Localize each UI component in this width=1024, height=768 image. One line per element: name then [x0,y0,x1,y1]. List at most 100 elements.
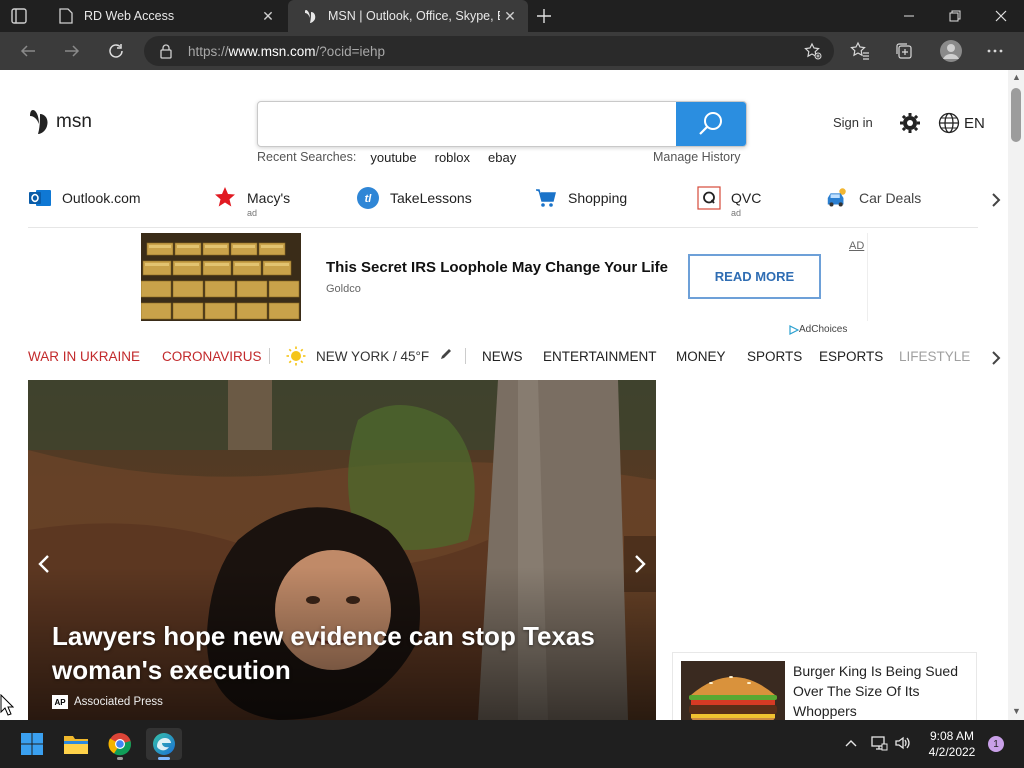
notification-badge[interactable]: 1 [988,736,1004,752]
ad-gold-bars-image[interactable] [141,233,301,321]
quicklink-label: Macy's ad [247,190,291,218]
ad-banner[interactable]: This Secret IRS Loophole May Change Your… [141,233,868,321]
scrollbar-thumb[interactable] [1011,88,1021,142]
close-window-icon[interactable] [978,0,1024,32]
hero-source-name: Associated Press [74,696,163,708]
tab-msn[interactable]: MSN | Outlook, Office, Skype, Bing ✕ [288,0,528,32]
nav-esports[interactable]: ESPORTS [819,349,883,364]
quicklink-shopping[interactable]: Shopping [534,186,627,210]
quicklink-macys[interactable]: Macy's ad [213,186,291,218]
page-icon [58,8,74,24]
weather-sun-icon [286,346,306,369]
edge-icon[interactable] [146,728,182,760]
url-text: https://www.msn.com/?ocid=iehp [188,44,385,59]
nav-money[interactable]: MONEY [676,349,726,364]
recent-search-item[interactable]: youtube [370,150,416,165]
tab-bar: RD Web Access ✕ MSN | Outlook, Office, S… [0,0,1024,32]
chrome-icon[interactable] [104,728,136,760]
carousel-next-button[interactable] [624,536,656,592]
adchoices-link[interactable]: AdChoices [789,324,847,335]
search-button[interactable] [676,102,746,146]
globe-icon [938,112,960,134]
chevron-up-icon[interactable] [844,736,858,755]
msn-page: msn Recent Searches: youtube roblox ebay… [0,70,1008,720]
collections-icon[interactable] [893,40,915,62]
quick-links-bar: Outlook.com Macy's ad tl TakeLessons Shop… [28,180,978,228]
hero-carousel[interactable]: Lawyers hope new evidence can stop Texas… [28,380,656,720]
car-icon [825,186,849,210]
edit-pencil-icon[interactable] [439,347,453,364]
recent-searches: Recent Searches: youtube roblox ebay [257,150,534,165]
news-card-title[interactable]: Burger King Is Being Sued Over The Size … [793,661,973,720]
nav-coronavirus[interactable]: CORONAVIRUS [162,349,262,364]
running-indicator [117,757,123,760]
recent-search-item[interactable]: ebay [488,150,516,165]
category-nav: WAR IN UKRAINE CORONAVIRUS NEW YORK / 45… [28,346,988,374]
quicklink-qvc[interactable]: QVC ad [697,186,761,218]
quicklinks-next-icon[interactable] [988,190,1004,210]
adchoices-label: AdChoices [799,324,848,335]
quicklink-car-deals[interactable]: Car Deals [825,186,921,210]
ad-label: ad [247,208,258,218]
ap-logo: AP [52,695,68,709]
news-card[interactable]: Burger King Is Being Sued Over The Size … [672,652,977,720]
search-input[interactable] [258,102,676,146]
sign-in-link[interactable]: Sign in [833,115,873,130]
nav-lifestyle[interactable]: LIFESTYLE [899,349,970,364]
hero-headline[interactable]: Lawyers hope new evidence can stop Texas… [52,619,632,687]
file-explorer-icon[interactable] [60,728,92,760]
close-icon[interactable]: ✕ [258,6,278,26]
refresh-icon[interactable] [104,40,128,62]
gear-icon[interactable] [899,112,921,134]
carousel-prev-button[interactable] [28,536,60,592]
nav-sports[interactable]: SPORTS [747,349,802,364]
taskbar-clock[interactable]: 9:08 AM 4/2/2022 [920,728,984,760]
minimize-icon[interactable] [886,0,932,32]
nav-news[interactable]: NEWS [482,349,523,364]
quicklink-label: TakeLessons [390,190,472,206]
close-icon[interactable]: ✕ [500,6,520,26]
scroll-down-icon[interactable]: ▼ [1012,706,1021,716]
url-field[interactable]: https://www.msn.com/?ocid=iehp [144,36,834,66]
nav-entertainment[interactable]: ENTERTAINMENT [543,349,657,364]
more-options-icon[interactable] [984,40,1006,62]
ad-read-more-button[interactable]: READ MORE [688,254,821,299]
recent-search-item[interactable]: roblox [435,150,470,165]
back-icon[interactable] [16,40,40,62]
nav-war-in-ukraine[interactable]: WAR IN UKRAINE [28,349,140,364]
forward-icon[interactable] [60,40,84,62]
profile-avatar-icon[interactable] [938,38,964,64]
tab-title: RD Web Access [84,9,175,23]
nav-next-icon[interactable] [988,348,1004,368]
mouse-cursor-icon [0,693,15,720]
recent-searches-label: Recent Searches: [257,150,357,164]
shopping-cart-icon [534,186,558,210]
favorites-icon[interactable] [849,40,871,62]
volume-icon[interactable] [894,734,912,757]
quicklink-outlook[interactable]: Outlook.com [28,186,141,210]
network-icon[interactable] [870,734,888,757]
quicklink-takelessons[interactable]: tl TakeLessons [356,186,472,210]
page-scrollbar[interactable]: ▲ ▼ [1008,70,1024,720]
language-selector[interactable]: EN [938,112,985,134]
nav-weather[interactable]: NEW YORK / 45°F [316,349,429,364]
restore-icon[interactable] [932,0,978,32]
lock-icon[interactable] [158,43,174,59]
adchoices-icon [789,324,799,335]
ad-headline[interactable]: This Secret IRS Loophole May Change Your… [326,259,668,276]
new-tab-icon[interactable] [534,6,554,26]
manage-history-link[interactable]: Manage History [653,150,741,164]
news-card-image[interactable] [681,661,785,720]
scroll-up-icon[interactable]: ▲ [1012,72,1021,82]
windows-start-icon[interactable] [16,728,48,760]
msn-logo[interactable]: msn [28,108,92,136]
tab-rd-web-access[interactable]: RD Web Access ✕ [44,0,286,32]
msn-butterfly-icon [30,110,48,134]
tab-actions-icon[interactable] [10,7,28,25]
nav-divider [269,348,270,364]
clock-time: 9:08 AM [929,729,975,743]
add-favorite-icon[interactable] [802,40,824,62]
outlook-icon [28,186,52,210]
ad-label: ad [731,208,742,218]
ad-tag[interactable]: AD [849,240,864,252]
